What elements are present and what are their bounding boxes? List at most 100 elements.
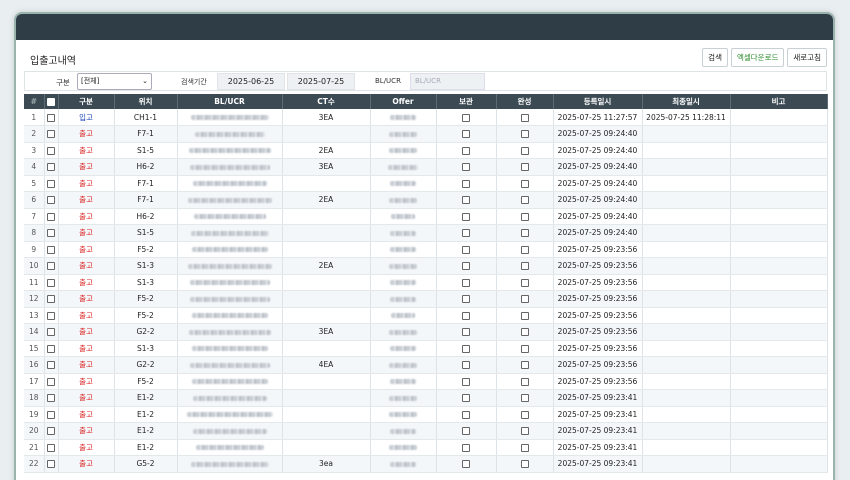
storage-checkbox[interactable]	[436, 307, 497, 324]
storage-checkbox[interactable]	[436, 274, 497, 291]
checkbox[interactable]	[47, 410, 55, 419]
row-checkbox[interactable]	[44, 241, 59, 258]
checkbox[interactable]	[520, 130, 529, 139]
checkbox[interactable]	[520, 262, 529, 271]
checkbox[interactable]	[520, 212, 529, 221]
checkbox[interactable]	[462, 278, 470, 287]
checkbox[interactable]	[462, 328, 470, 337]
table-row[interactable]: 14 출고 G2-2 3EA 2025-07-25 09:23:56	[24, 323, 828, 341]
col-header-storage[interactable]: 보관	[436, 94, 497, 109]
table-row[interactable]: 7 출고 H6-2 2025-07-25 09:24:40	[24, 208, 828, 225]
col-header-offer[interactable]: Offer	[370, 94, 437, 109]
type-select[interactable]: [전체] ⌄	[77, 73, 152, 90]
checkbox[interactable]	[47, 196, 55, 205]
table-row[interactable]: 9 출고 F5-2 2025-07-25 09:23:56	[24, 241, 828, 258]
row-checkbox[interactable]	[44, 406, 59, 423]
checkbox[interactable]	[462, 130, 470, 139]
checkbox[interactable]	[462, 113, 470, 122]
storage-checkbox[interactable]	[436, 406, 497, 423]
checkbox[interactable]	[462, 427, 470, 436]
checkbox[interactable]	[520, 163, 529, 172]
storage-checkbox[interactable]	[436, 340, 497, 357]
complete-checkbox[interactable]	[496, 125, 554, 143]
row-checkbox[interactable]	[44, 373, 59, 390]
checkbox[interactable]	[520, 311, 529, 320]
storage-checkbox[interactable]	[436, 323, 497, 341]
table-row[interactable]: 3 출고 S1-5 2EA 2025-07-25 09:24:40	[24, 142, 828, 159]
col-header-ct-count[interactable]: CT수	[282, 94, 371, 109]
complete-checkbox[interactable]	[496, 307, 554, 324]
complete-checkbox[interactable]	[496, 109, 554, 126]
storage-checkbox[interactable]	[436, 175, 497, 192]
row-checkbox[interactable]	[44, 142, 59, 159]
col-header-registered-at[interactable]: 등록일시	[553, 94, 643, 109]
checkbox[interactable]	[462, 295, 470, 304]
storage-checkbox[interactable]	[436, 422, 497, 440]
excel-download-button[interactable]: 엑셀다운로드	[730, 48, 785, 67]
row-checkbox[interactable]	[44, 356, 59, 374]
row-checkbox[interactable]	[44, 340, 59, 357]
table-row[interactable]: 2 출고 F7-1 2025-07-25 09:24:40	[24, 125, 828, 143]
checkbox[interactable]	[462, 361, 470, 370]
table-row[interactable]: 8 출고 S1-5 2025-07-25 09:24:40	[24, 224, 828, 242]
checkbox[interactable]	[520, 410, 529, 419]
row-checkbox[interactable]	[44, 439, 59, 456]
checkbox[interactable]	[47, 328, 55, 337]
table-row[interactable]: 6 출고 F7-1 2EA 2025-07-25 09:24:40	[24, 191, 828, 209]
complete-checkbox[interactable]	[496, 142, 554, 159]
col-header-type[interactable]: 구분	[58, 94, 115, 109]
search-button[interactable]: 검색	[702, 48, 728, 67]
checkbox[interactable]	[47, 179, 55, 188]
storage-checkbox[interactable]	[436, 109, 497, 126]
checkbox[interactable]	[47, 377, 55, 386]
row-checkbox[interactable]	[44, 125, 59, 143]
storage-checkbox[interactable]	[436, 125, 497, 143]
table-row[interactable]: 15 출고 S1-3 2025-07-25 09:23:56	[24, 340, 828, 357]
complete-checkbox[interactable]	[496, 373, 554, 390]
col-header-complete[interactable]: 완성	[496, 94, 554, 109]
checkbox[interactable]	[520, 344, 529, 353]
row-checkbox[interactable]	[44, 257, 59, 275]
checkbox[interactable]	[47, 394, 55, 403]
row-checkbox[interactable]	[44, 175, 59, 192]
bl-ucr-input[interactable]: BL/UCR	[410, 73, 485, 90]
checkbox[interactable]	[520, 278, 529, 287]
storage-checkbox[interactable]	[436, 142, 497, 159]
complete-checkbox[interactable]	[496, 323, 554, 341]
checkbox[interactable]	[462, 410, 470, 419]
checkbox[interactable]	[47, 443, 55, 452]
checkbox[interactable]	[520, 196, 529, 205]
complete-checkbox[interactable]	[496, 241, 554, 258]
col-header-location[interactable]: 위치	[114, 94, 178, 109]
storage-checkbox[interactable]	[436, 241, 497, 258]
checkbox[interactable]	[520, 394, 529, 403]
storage-checkbox[interactable]	[436, 208, 497, 225]
table-row[interactable]: 1 입고 CH1-1 3EA 2025-07-25 11:27:57 2025-07-25…	[24, 109, 828, 126]
table-row[interactable]: 17 출고 F5-2 2025-07-25 09:23:56	[24, 373, 828, 390]
checkbox[interactable]	[47, 311, 55, 320]
complete-checkbox[interactable]	[496, 191, 554, 209]
storage-checkbox[interactable]	[436, 455, 497, 473]
checkbox[interactable]	[462, 460, 470, 469]
storage-checkbox[interactable]	[436, 389, 497, 407]
col-header-last-at[interactable]: 최종일시	[642, 94, 731, 109]
checkbox[interactable]	[462, 196, 470, 205]
checkbox[interactable]	[462, 311, 470, 320]
col-header-bl-ucr[interactable]: BL/UCR	[177, 94, 283, 109]
storage-checkbox[interactable]	[436, 373, 497, 390]
checkbox[interactable]	[520, 113, 529, 122]
complete-checkbox[interactable]	[496, 274, 554, 291]
checkbox[interactable]	[462, 443, 470, 452]
checkbox[interactable]	[462, 245, 470, 254]
storage-checkbox[interactable]	[436, 257, 497, 275]
row-checkbox[interactable]	[44, 158, 59, 176]
checkbox[interactable]	[462, 262, 470, 271]
row-checkbox[interactable]	[44, 290, 59, 308]
checkbox[interactable]	[462, 394, 470, 403]
table-row[interactable]: 18 출고 E1-2 2025-07-25 09:23:41	[24, 389, 828, 407]
complete-checkbox[interactable]	[496, 224, 554, 242]
table-row[interactable]: 10 출고 S1-3 2EA 2025-07-25 09:23:56	[24, 257, 828, 275]
checkbox[interactable]	[520, 245, 529, 254]
table-row[interactable]: 16 출고 G2-2 4EA 2025-07-25 09:23:56	[24, 356, 828, 374]
complete-checkbox[interactable]	[496, 439, 554, 456]
